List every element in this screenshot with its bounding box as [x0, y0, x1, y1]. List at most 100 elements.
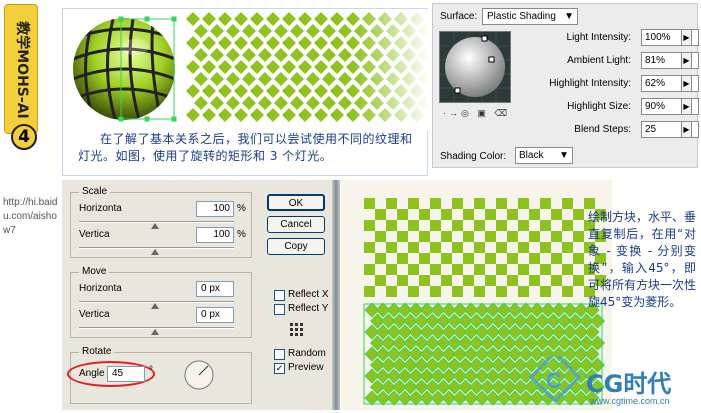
checker-square: [562, 286, 573, 297]
shading-color-dropdown[interactable]: Black ▼: [515, 147, 573, 164]
move-vertical-label: Vertica: [79, 309, 110, 320]
checker-square: [518, 286, 529, 297]
diamond-shape: [186, 108, 200, 122]
cancel-button[interactable]: Cancel: [267, 216, 325, 233]
checker-square: [408, 264, 419, 275]
checker-square: [540, 286, 551, 297]
checker-square: [430, 242, 441, 253]
diamond-shape: [234, 36, 248, 50]
right-caption: 绘制方块，水平、垂直复制后，在用“对象 - 变换 - 分别变换”，输入45°，即…: [588, 210, 697, 309]
scale-vertical-field[interactable]: 100: [196, 227, 234, 243]
diamond-shape: [338, 72, 352, 86]
move-vertical-field[interactable]: 0 px: [196, 307, 234, 323]
checker-square: [562, 198, 573, 209]
chevron-down-icon: ▼: [564, 11, 574, 22]
highlight-size-label: Highlight Size:: [567, 101, 631, 112]
angle-label: Angle: [79, 368, 105, 379]
checker-square: [386, 264, 397, 275]
checker-square: [573, 209, 584, 220]
slider-thumb[interactable]: [151, 249, 159, 255]
diamond-shape: [330, 12, 344, 26]
checker-square: [485, 209, 496, 220]
highlight-intensity-arrow[interactable]: ▶: [681, 75, 692, 92]
checker-square: [485, 231, 496, 242]
move-horizontal-label: Horizonta: [79, 283, 122, 294]
angle-dial[interactable]: [183, 359, 215, 391]
diamond-shape: [274, 24, 288, 38]
checker-square: [507, 231, 518, 242]
checker-square: [452, 264, 463, 275]
reflect-x-checkbox[interactable]: [274, 290, 285, 301]
ambient-light-arrow[interactable]: ▶: [681, 52, 692, 69]
checker-square: [430, 198, 441, 209]
cgtime-logo: C CG时代 www.cgtime.com.cn: [528, 350, 700, 410]
vertical-title-badge: 教学MOHS-AI: [4, 4, 38, 134]
checker-square: [496, 264, 507, 275]
move-horizontal-field[interactable]: 0 px: [196, 281, 234, 297]
checker-square: [408, 198, 419, 209]
diamond-shape: [330, 60, 344, 74]
ok-button[interactable]: OK: [267, 194, 325, 211]
light-preview[interactable]: [439, 31, 511, 103]
checker-square: [551, 253, 562, 264]
checker-square: [540, 198, 551, 209]
diamond-shape: [282, 36, 296, 50]
slider-thumb[interactable]: [151, 303, 159, 309]
diamond-shape: [314, 12, 328, 26]
blend-steps-arrow[interactable]: ▶: [681, 121, 692, 138]
diamond-shape: [274, 72, 288, 86]
reflect-y-checkbox[interactable]: [274, 304, 285, 315]
diamond-shape: [298, 36, 312, 50]
copy-button[interactable]: Copy: [267, 238, 325, 255]
checker-square: [485, 275, 496, 286]
diamond-shape: [298, 108, 312, 122]
checker-square: [375, 231, 386, 242]
diamond-shape: [282, 12, 296, 26]
checker-square: [452, 198, 463, 209]
diamond-shape: [242, 72, 256, 86]
step-number: 4: [11, 124, 37, 150]
surface-dropdown[interactable]: Plastic Shading ▼: [482, 8, 578, 25]
slider-thumb[interactable]: [151, 223, 159, 229]
diamond-shape: [186, 84, 200, 98]
diamond-shape: [202, 36, 216, 50]
scale-title: Scale: [79, 186, 111, 197]
diamond-shape: [330, 108, 344, 122]
checker-square: [397, 253, 408, 264]
diamond-shape: [226, 96, 240, 110]
diamond-shape: [226, 24, 240, 38]
checker-square: [529, 253, 540, 264]
diamond-shape: [258, 24, 272, 38]
slider-thumb[interactable]: [151, 329, 159, 335]
new-light-icon[interactable]: ▣: [477, 108, 489, 118]
diamond-shape: [194, 24, 208, 38]
light-arrow-icon[interactable]: ·→◎: [443, 108, 472, 118]
delete-light-icon[interactable]: ⌫: [494, 108, 510, 118]
diamond-shape: [218, 60, 232, 74]
checker-square: [386, 242, 397, 253]
angle-field[interactable]: 45: [107, 366, 145, 382]
checker-square: [452, 220, 463, 231]
checker-square: [441, 253, 452, 264]
checker-square: [496, 286, 507, 297]
checker-square: [485, 253, 496, 264]
diamond-shape: [242, 24, 256, 38]
preview-checkbox[interactable]: ✓: [274, 363, 285, 374]
diamond-shape: [194, 96, 208, 110]
checker-square: [474, 242, 485, 253]
diamond-shape: [234, 84, 248, 98]
reference-point-icon[interactable]: [290, 323, 304, 337]
diamond-shape: [186, 12, 200, 26]
checker-square: [364, 220, 375, 231]
checker-square: [562, 242, 573, 253]
random-checkbox[interactable]: [274, 349, 285, 360]
checker-square: [518, 220, 529, 231]
scale-horizontal-field[interactable]: 100: [196, 201, 234, 217]
diamond-shape: [250, 108, 264, 122]
diamond-shape: [226, 72, 240, 86]
checker-square: [375, 209, 386, 220]
highlight-size-arrow[interactable]: ▶: [681, 98, 692, 115]
diamond-shape: [234, 60, 248, 74]
diamond-shape: [250, 60, 264, 74]
light-intensity-arrow[interactable]: ▶: [681, 29, 692, 46]
